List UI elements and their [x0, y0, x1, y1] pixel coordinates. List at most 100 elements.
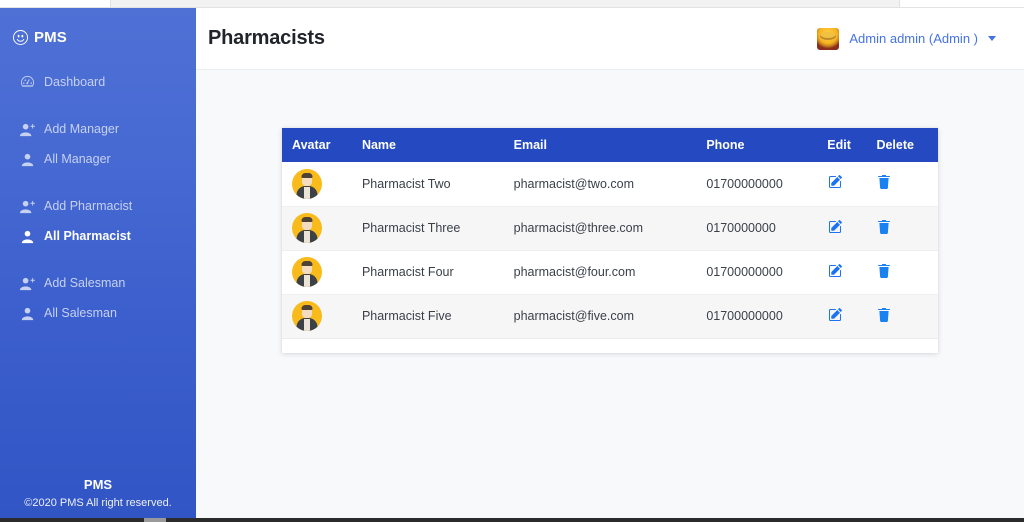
table-row: Pharmacist Two pharmacist@two.com 017000…	[282, 162, 938, 207]
chevron-down-icon	[988, 36, 996, 41]
cell-avatar	[282, 294, 362, 339]
sidebar-item-add-manager[interactable]: Add Manager	[0, 114, 196, 144]
cell-edit	[827, 206, 877, 251]
column-header-delete: Delete	[876, 128, 938, 162]
main-area: Pharmacists Admin admin (Admin ) Avatar …	[196, 8, 1024, 518]
cell-delete	[876, 162, 938, 207]
topbar: Pharmacists Admin admin (Admin )	[196, 8, 1024, 70]
person-plus-icon	[20, 276, 35, 291]
sidebar-item-dashboard[interactable]: Dashboard	[0, 67, 196, 97]
sidebar-item-label: Add Manager	[44, 122, 120, 136]
delete-button[interactable]	[876, 174, 892, 190]
edit-button[interactable]	[827, 307, 843, 323]
table-row: Pharmacist Five pharmacist@five.com 0170…	[282, 294, 938, 339]
cell-name: Pharmacist Two	[361, 162, 514, 207]
sidebar: PMS Dashboard Add Manager All Manager Ad…	[0, 8, 196, 518]
cell-name: Pharmacist Five	[361, 294, 514, 339]
content-area: Avatar Name Email Phone Edit Delete Phar…	[196, 70, 1024, 518]
sidebar-item-all-manager[interactable]: All Manager	[0, 144, 196, 174]
cell-email: pharmacist@five.com	[513, 294, 707, 339]
sidebar-item-label: Add Pharmacist	[44, 199, 133, 213]
table-body: Pharmacist Two pharmacist@two.com 017000…	[282, 162, 938, 339]
column-header-edit: Edit	[827, 128, 877, 162]
table-row: Pharmacist Three pharmacist@three.com 01…	[282, 206, 938, 251]
delete-button[interactable]	[876, 307, 892, 323]
pharmacists-table: Avatar Name Email Phone Edit Delete Phar…	[282, 128, 938, 339]
cell-avatar	[282, 162, 362, 207]
nav-group-dashboard: Dashboard	[0, 67, 196, 97]
page-title: Pharmacists	[208, 27, 325, 49]
cell-avatar	[282, 206, 362, 251]
cell-email: pharmacist@two.com	[513, 162, 707, 207]
person-icon	[20, 152, 35, 167]
pencil-square-icon	[829, 175, 843, 189]
cell-edit	[827, 294, 877, 339]
avatar	[817, 27, 840, 50]
window-chrome-strip	[0, 0, 1024, 8]
window-chrome-inner	[110, 0, 900, 7]
speedometer-icon	[20, 75, 35, 90]
sidebar-item-label: All Pharmacist	[44, 229, 131, 243]
sidebar-item-all-salesman[interactable]: All Salesman	[0, 298, 196, 328]
cell-phone: 01700000000	[706, 162, 828, 207]
sidebar-footer: PMS ©2020 PMS All right reserved.	[0, 478, 196, 514]
edit-button[interactable]	[827, 219, 843, 235]
default-user-avatar-icon	[292, 301, 322, 331]
cell-phone: 01700000000	[706, 294, 828, 339]
footer-copyright: ©2020 PMS All right reserved.	[24, 497, 172, 509]
nav-group-manager: Add Manager All Manager	[0, 114, 196, 174]
nav-group-pharmacist: Add Pharmacist All Pharmacist	[0, 191, 196, 251]
delete-button[interactable]	[876, 263, 892, 279]
trash-icon	[878, 175, 891, 190]
pencil-square-icon	[829, 219, 843, 233]
column-header-avatar: Avatar	[282, 128, 362, 162]
pencil-square-icon	[829, 263, 843, 277]
sidebar-item-all-pharmacist[interactable]: All Pharmacist	[0, 221, 196, 251]
edit-button[interactable]	[827, 263, 843, 279]
edit-button[interactable]	[827, 174, 843, 190]
footer-title: PMS	[83, 477, 113, 492]
column-header-phone: Phone	[706, 128, 828, 162]
cell-delete	[876, 294, 938, 339]
trash-icon	[878, 219, 891, 234]
sidebar-item-add-pharmacist[interactable]: Add Pharmacist	[0, 191, 196, 221]
cell-avatar	[282, 250, 362, 295]
default-user-avatar-icon	[292, 168, 322, 199]
cell-email: pharmacist@four.com	[513, 250, 707, 295]
cell-name: Pharmacist Four	[361, 250, 514, 295]
sidebar-item-label: Add Salesman	[44, 276, 126, 290]
delete-button[interactable]	[876, 219, 892, 235]
sidebar-nav: Dashboard Add Manager All Manager Add Ph…	[0, 67, 196, 328]
window-bottom-bar	[0, 518, 1024, 522]
sidebar-item-label: All Salesman	[44, 306, 117, 320]
person-plus-icon	[20, 199, 35, 214]
cell-delete	[876, 206, 938, 251]
cell-email: pharmacist@three.com	[513, 206, 707, 251]
trash-icon	[878, 307, 891, 322]
cell-name: Pharmacist Three	[361, 206, 514, 251]
default-user-avatar-icon	[292, 213, 322, 243]
nav-group-salesman: Add Salesman All Salesman	[0, 268, 196, 328]
cell-delete	[876, 250, 938, 295]
brand[interactable]: PMS	[0, 8, 196, 45]
cell-edit	[827, 162, 877, 207]
person-icon	[20, 306, 35, 321]
pharmacists-card: Avatar Name Email Phone Edit Delete Phar…	[282, 128, 938, 353]
sidebar-item-add-salesman[interactable]: Add Salesman	[0, 268, 196, 298]
table-head: Avatar Name Email Phone Edit Delete	[282, 128, 938, 162]
brand-label: PMS	[34, 29, 67, 46]
cell-phone: 0170000000	[706, 206, 828, 251]
person-plus-icon	[20, 122, 35, 137]
user-name: Admin admin (Admin )	[849, 31, 978, 46]
cell-phone: 01700000000	[706, 250, 828, 295]
trash-icon	[878, 263, 891, 278]
pencil-square-icon	[829, 307, 843, 321]
emoji-smile-icon	[13, 30, 28, 45]
sidebar-item-label: Dashboard	[44, 75, 106, 89]
column-header-email: Email	[513, 128, 707, 162]
window-bottom-tick	[144, 518, 166, 522]
user-menu[interactable]: Admin admin (Admin )	[817, 27, 996, 50]
cell-edit	[827, 250, 877, 295]
table-header-row: Avatar Name Email Phone Edit Delete	[282, 128, 938, 162]
default-user-avatar-icon	[292, 257, 322, 287]
